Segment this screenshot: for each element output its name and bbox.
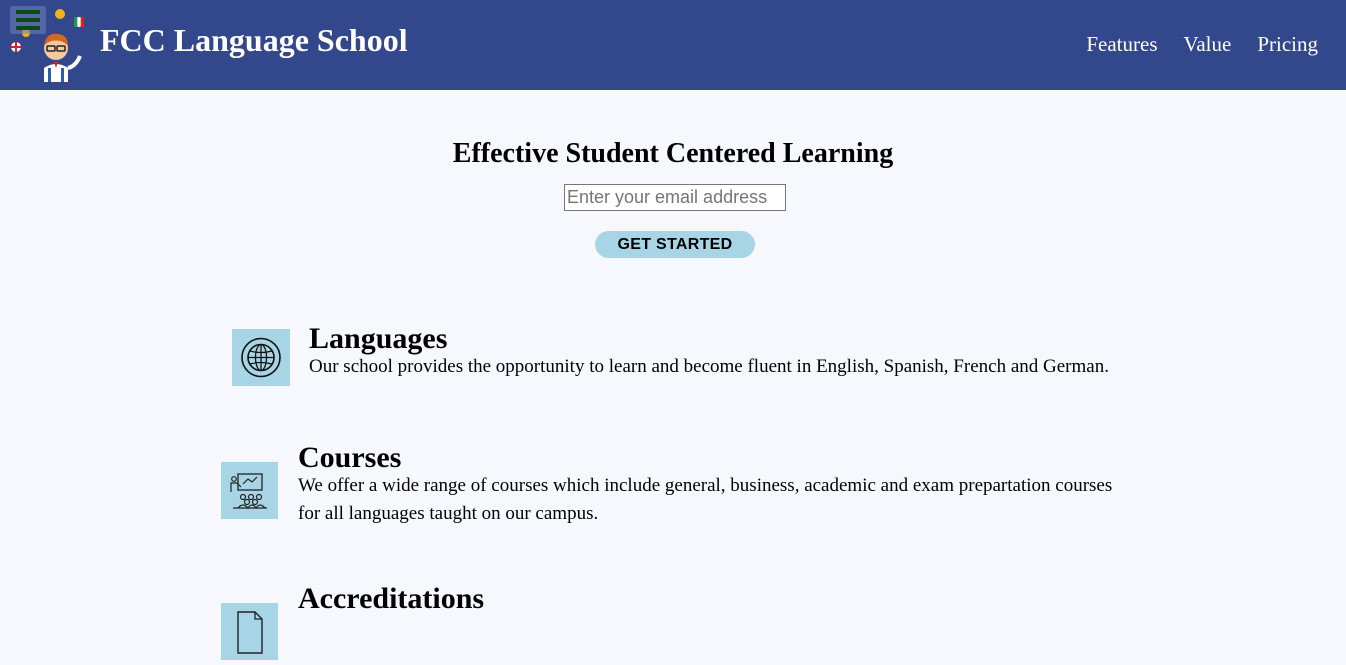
- certificate-icon: [221, 603, 278, 660]
- hamburger-line: [16, 10, 40, 14]
- feature-title: Accreditations: [298, 582, 485, 615]
- hamburger-line: [16, 26, 40, 30]
- feature-title: Languages: [309, 322, 448, 355]
- nav-link-value[interactable]: Value: [1184, 32, 1232, 57]
- classroom-icon: [221, 462, 278, 519]
- feature-description: Our school provides the opportunity to l…: [309, 356, 1109, 377]
- navbar: FCC Language School Features Value Prici…: [0, 0, 1346, 90]
- nav-link-features[interactable]: Features: [1086, 32, 1157, 57]
- hero-title: Effective Student Centered Learning: [452, 138, 894, 169]
- nav-link-pricing[interactable]: Pricing: [1257, 32, 1318, 57]
- hamburger-line: [16, 18, 40, 22]
- feature-title: Courses: [298, 441, 402, 474]
- email-input[interactable]: [564, 184, 786, 211]
- feature-description: We offer a wide range of courses which i…: [298, 475, 1113, 524]
- get-started-button[interactable]: GET STARTED: [595, 231, 755, 258]
- main-nav: Features Value Pricing: [1086, 32, 1318, 57]
- site-title: FCC Language School: [100, 22, 408, 58]
- menu-toggle-button[interactable]: [10, 6, 46, 34]
- globe-icon: [232, 329, 290, 386]
